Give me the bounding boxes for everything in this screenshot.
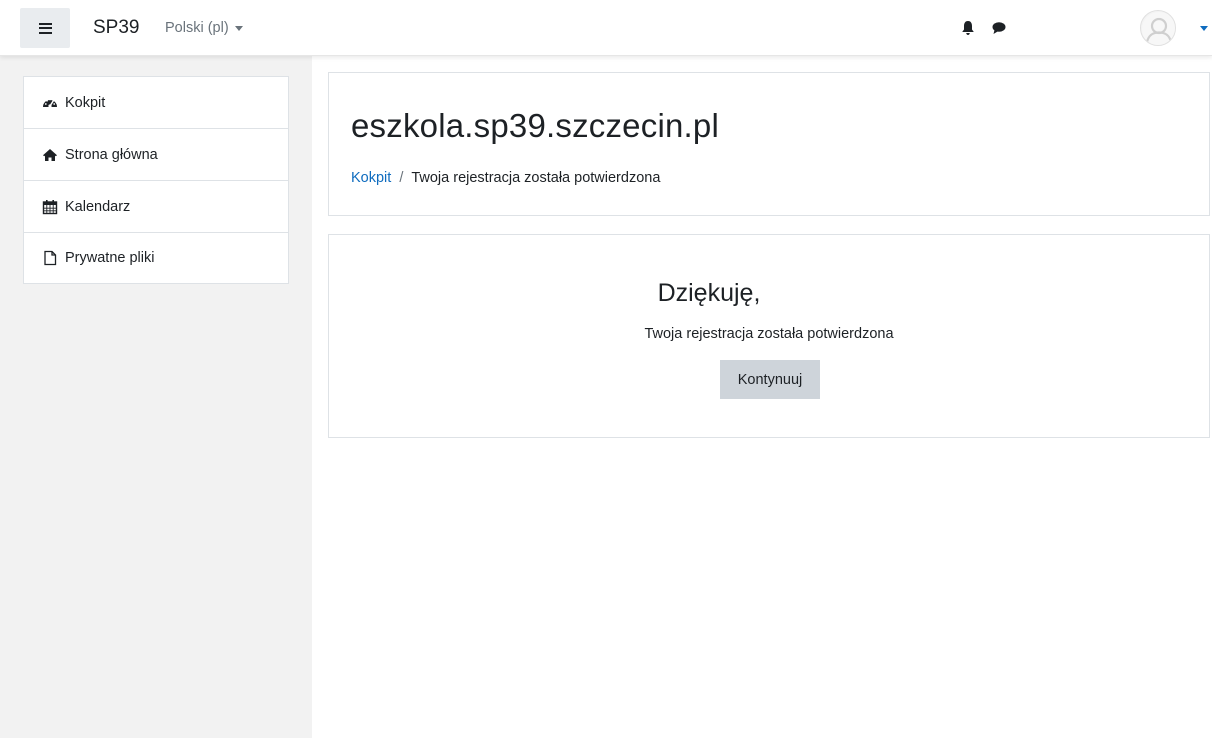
hamburger-icon: [38, 22, 52, 34]
language-menu[interactable]: Polski (pl): [165, 20, 243, 36]
sidebar-item-label: Strona główna: [65, 146, 158, 163]
chevron-down-icon: [234, 25, 243, 31]
sidebar-item-strona-glowna[interactable]: Strona główna: [24, 129, 288, 181]
breadcrumb-home-link[interactable]: Kokpit: [351, 170, 391, 186]
thank-you-heading: Dziękuję,: [329, 279, 1209, 308]
home-icon: [43, 148, 57, 161]
page-title: eszkola.sp39.szczecin.pl: [351, 107, 719, 144]
sidebar-item-label: Prywatne pliki: [65, 250, 155, 266]
dashboard-icon: [43, 98, 57, 108]
user-avatar[interactable]: [1140, 10, 1176, 46]
sidebar-item-prywatne-pliki[interactable]: Prywatne pliki: [24, 233, 288, 283]
sidebar-item-kalendarz[interactable]: Kalendarz: [24, 181, 288, 233]
page-header: eszkola.sp39.szczecin.pl Kokpit / Twoja …: [328, 72, 1210, 216]
top-navbar: SP39 Polski (pl): [0, 0, 1212, 56]
sidebar-item-label: Kalendarz: [65, 198, 131, 215]
user-menu-chevron-icon[interactable]: [1200, 26, 1208, 31]
bell-icon[interactable]: [961, 20, 975, 36]
chat-icon[interactable]: [991, 20, 1007, 36]
confirmation-message: Twoja rejestracja została potwierdzona: [644, 326, 894, 342]
site-brand[interactable]: SP39: [93, 17, 139, 39]
sidebar-nav: Kokpit Strona główna Kalendarz Prywatne …: [23, 76, 289, 284]
breadcrumb-separator: /: [399, 170, 404, 186]
confirmation-panel: Dziękuję, Twoja rejestracja została potw…: [328, 234, 1210, 438]
hamburger-menu-button[interactable]: [20, 8, 70, 48]
greeting-text: Dziękuję,: [657, 279, 761, 307]
left-drawer: Kokpit Strona główna Kalendarz Prywatne …: [0, 56, 312, 738]
calendar-icon: [42, 199, 58, 214]
breadcrumb: Kokpit / Twoja rejestracja została potwi…: [351, 170, 660, 186]
language-label: Polski (pl): [165, 20, 229, 36]
breadcrumb-current: Twoja rejestracja została potwierdzona: [411, 170, 661, 186]
continue-button[interactable]: Kontynuuj: [720, 360, 820, 399]
file-icon: [44, 250, 57, 266]
sidebar-item-label: Kokpit: [65, 94, 106, 111]
user-silhouette-icon: [1142, 12, 1175, 45]
sidebar-item-kokpit[interactable]: Kokpit: [24, 77, 288, 129]
